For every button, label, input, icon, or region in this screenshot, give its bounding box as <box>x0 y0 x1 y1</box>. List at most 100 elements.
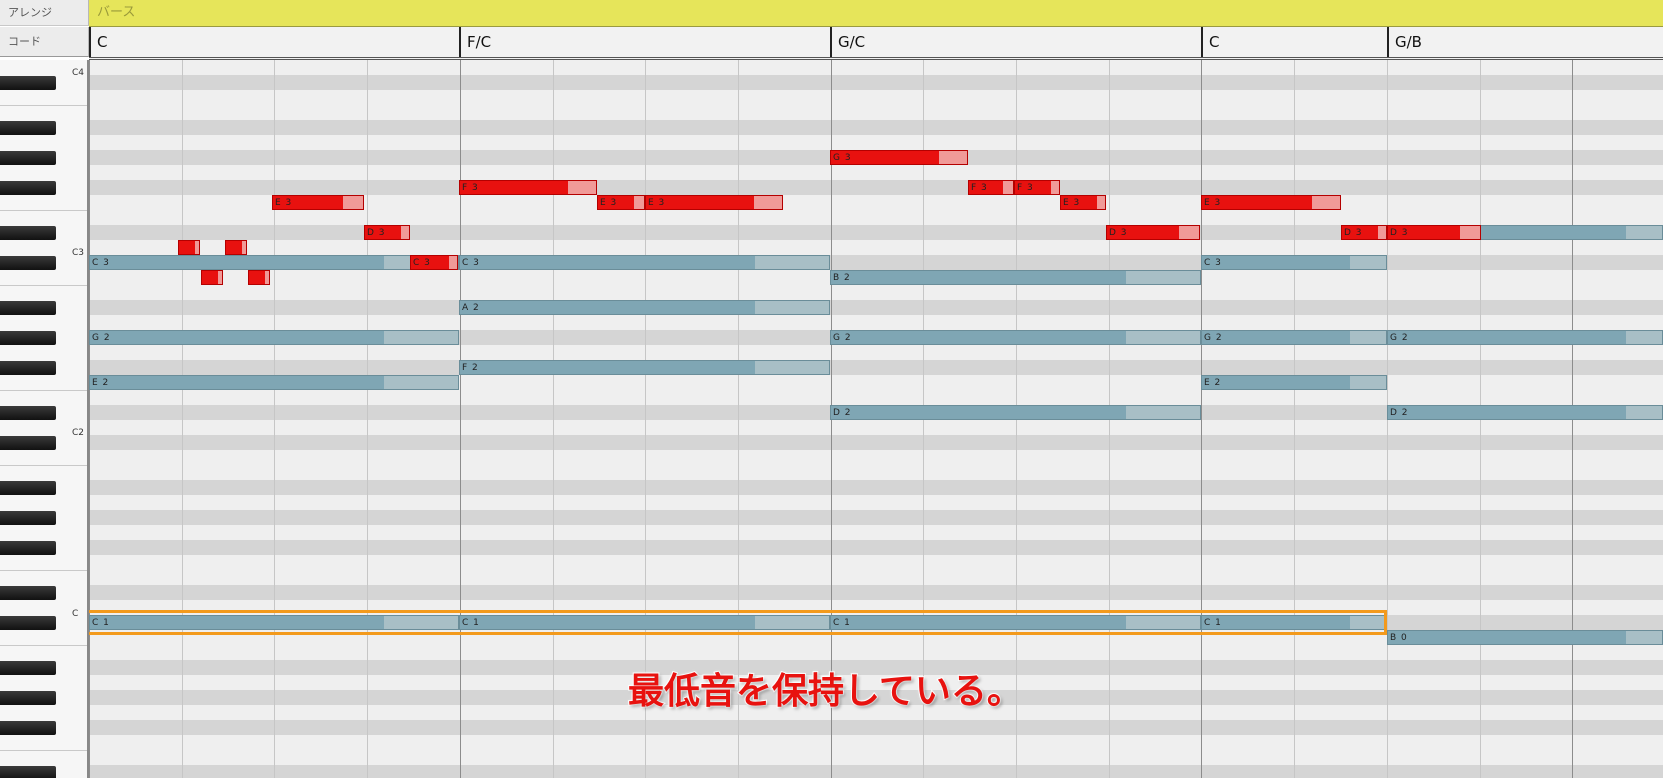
note-label: C 3 <box>1204 258 1222 268</box>
pitch-row <box>89 390 1663 405</box>
note-release-tail <box>218 271 222 284</box>
chord-block[interactable]: C <box>1201 27 1387 57</box>
black-key[interactable] <box>0 150 56 165</box>
chord-block[interactable]: F/C <box>459 27 830 57</box>
black-key[interactable] <box>0 300 56 315</box>
note-label: E 3 <box>275 198 293 208</box>
arrange-track-label: アレンジ <box>0 0 89 26</box>
black-key[interactable] <box>0 225 56 240</box>
black-key[interactable] <box>0 690 56 705</box>
chord-note[interactable]: B 0 <box>1387 630 1663 645</box>
black-key[interactable] <box>0 120 56 135</box>
chord-track[interactable]: C F/C G/C C G/B <box>89 27 1663 60</box>
pitch-row <box>89 60 1663 75</box>
chord-note[interactable]: E 2 <box>1201 375 1387 390</box>
melody-note[interactable]: F 3 <box>968 180 1014 195</box>
black-key[interactable] <box>0 180 56 195</box>
octave-label: C2 <box>72 428 85 438</box>
melody-note[interactable]: C 3 <box>410 255 458 270</box>
black-key[interactable] <box>0 480 56 495</box>
black-key[interactable] <box>0 765 56 778</box>
chord-note[interactable]: C 3 <box>459 255 830 270</box>
black-key[interactable] <box>0 540 56 555</box>
chord-note[interactable]: G 2 <box>89 330 459 345</box>
chord-note[interactable]: G 2 <box>830 330 1201 345</box>
pitch-row <box>89 450 1663 465</box>
note-label: C 3 <box>462 258 480 268</box>
chord-note[interactable]: C 3 <box>1201 255 1387 270</box>
chord-block[interactable]: G/B <box>1387 27 1663 57</box>
pitch-row <box>89 570 1663 585</box>
chord-note[interactable]: C 3 <box>89 255 459 270</box>
pitch-row <box>89 720 1663 735</box>
melody-note[interactable]: D 3 <box>1341 225 1387 240</box>
chord-note[interactable] <box>1479 225 1663 240</box>
note-release-tail <box>401 226 409 239</box>
chord-note[interactable]: A 2 <box>459 300 830 315</box>
note-label: G 2 <box>1204 333 1223 343</box>
note-label: E 3 <box>648 198 666 208</box>
black-key[interactable] <box>0 255 56 270</box>
chord-note[interactable]: F 2 <box>459 360 830 375</box>
melody-note[interactable]: D 3 <box>364 225 410 240</box>
note-label: D 3 <box>367 228 386 238</box>
melody-note[interactable]: E 3 <box>645 195 783 210</box>
black-key[interactable] <box>0 405 56 420</box>
pitch-row <box>89 210 1663 225</box>
bar-line <box>1201 60 1202 778</box>
note-release-tail <box>755 361 829 374</box>
pitch-row <box>89 345 1663 360</box>
melody-note[interactable]: E 3 <box>597 195 645 210</box>
melody-note[interactable] <box>248 270 270 285</box>
chord-note[interactable]: D 2 <box>830 405 1201 420</box>
chord-block[interactable]: C <box>89 27 459 57</box>
black-key[interactable] <box>0 720 56 735</box>
melody-note[interactable]: E 3 <box>1060 195 1106 210</box>
melody-note[interactable]: F 3 <box>1014 180 1060 195</box>
note-release-tail <box>1312 196 1340 209</box>
octave-label: C3 <box>72 248 85 258</box>
chord-note[interactable]: D 2 <box>1387 405 1663 420</box>
chord-note[interactable]: B 2 <box>830 270 1201 285</box>
black-key[interactable] <box>0 330 56 345</box>
black-key[interactable] <box>0 75 56 90</box>
melody-note[interactable]: D 3 <box>1106 225 1200 240</box>
bar-line <box>460 60 461 778</box>
note-label: A 2 <box>462 303 480 313</box>
melody-note[interactable]: F 3 <box>459 180 597 195</box>
chord-note[interactable]: G 2 <box>1387 330 1663 345</box>
melody-note[interactable]: D 3 <box>1387 225 1481 240</box>
black-key[interactable] <box>0 615 56 630</box>
black-key[interactable] <box>0 660 56 675</box>
melody-note[interactable]: E 3 <box>272 195 364 210</box>
pitch-row <box>89 300 1663 315</box>
black-key[interactable] <box>0 510 56 525</box>
black-key[interactable] <box>0 435 56 450</box>
beat-line <box>274 60 275 778</box>
note-release-tail <box>195 241 199 254</box>
chord-note[interactable]: E 2 <box>89 375 459 390</box>
note-release-tail <box>1350 256 1386 269</box>
arrange-track[interactable]: バース <box>89 0 1663 28</box>
chord-block[interactable]: G/C <box>830 27 1201 57</box>
melody-note[interactable] <box>201 270 223 285</box>
chord-note[interactable]: G 2 <box>1201 330 1387 345</box>
note-label: B 0 <box>1390 633 1408 643</box>
white-key-divider <box>0 645 87 646</box>
black-key[interactable] <box>0 585 56 600</box>
piano-keyboard[interactable]: C4 C3 C2 C <box>0 60 89 778</box>
black-key[interactable] <box>0 360 56 375</box>
note-label: E 2 <box>92 378 110 388</box>
melody-note[interactable] <box>178 240 200 255</box>
note-release-tail <box>939 151 967 164</box>
melody-note[interactable]: E 3 <box>1201 195 1341 210</box>
note-release-tail <box>755 301 829 314</box>
note-release-tail <box>1350 331 1386 344</box>
melody-note[interactable]: G 3 <box>830 150 968 165</box>
melody-note[interactable] <box>225 240 247 255</box>
beat-line <box>553 60 554 778</box>
note-release-tail <box>1460 226 1480 239</box>
pitch-row <box>89 480 1663 495</box>
annotation-caption: 最低音を保持している。 <box>627 670 1024 713</box>
pitch-row <box>89 555 1663 570</box>
